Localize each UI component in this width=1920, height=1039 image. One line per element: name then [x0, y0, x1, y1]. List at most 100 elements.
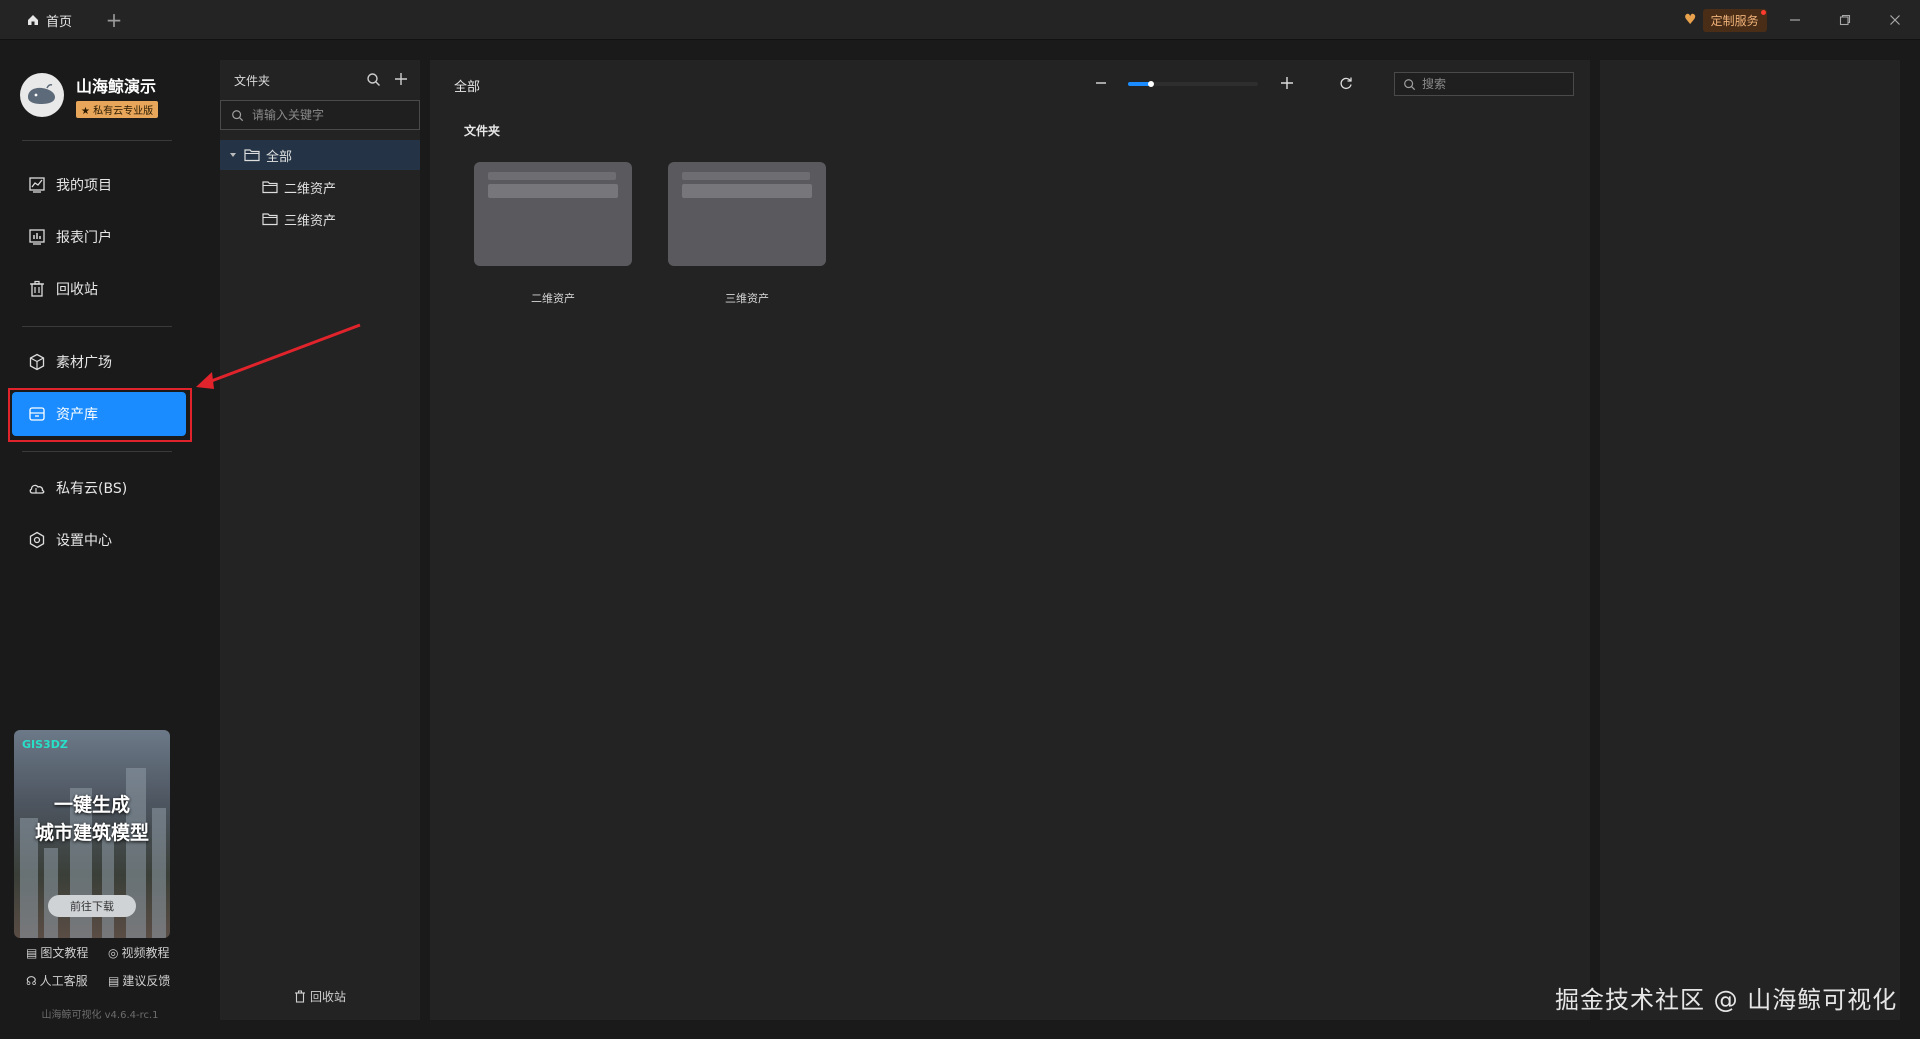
folder-card-3d-assets[interactable]: 三维资产 [668, 162, 826, 306]
nav-item-recycle-bin[interactable]: 回收站 [12, 267, 186, 311]
breadcrumb: 全部 [454, 80, 481, 95]
version-label: 山海鲸可视化 v4.6.4-rc.1 [41, 1010, 159, 1021]
left-nav: 山海鲸演示 ★ 私有云专业版 我的项目 报表门户 回收站 素材广场 资产库 私有… [0, 40, 200, 1039]
right-detail-panel [1600, 60, 1900, 1020]
restore-icon [1839, 14, 1851, 26]
folder-recycle-label: 回收站 [309, 990, 346, 1004]
tree-node-all[interactable]: 全部 [220, 140, 420, 170]
document-icon: ▤ [26, 945, 38, 960]
custom-service-label: 定制服务 [1702, 8, 1767, 32]
search-icon [232, 109, 244, 121]
nav-item-private-cloud[interactable]: 私有云(BS) [12, 466, 186, 510]
restore-button[interactable] [1822, 6, 1868, 34]
minimize-button[interactable] [1772, 6, 1818, 34]
close-button[interactable] [1872, 6, 1918, 34]
zoom-in-button[interactable] [1276, 72, 1298, 94]
folder-panel: 文件夹 全部 二维资产 三维资产 回收站 [220, 60, 420, 1020]
folder-tab-shape [488, 184, 618, 198]
zoom-out-button[interactable] [1090, 72, 1112, 94]
promo-banner[interactable]: GIS3DZ 一键生成 城市建筑模型 前往下载 [14, 730, 170, 938]
folder-icon [262, 213, 278, 226]
add-folder-button[interactable] [392, 70, 410, 88]
folder-card-2d-assets[interactable]: 二维资产 [474, 162, 632, 306]
add-tab-button[interactable]: + [100, 6, 128, 34]
cloud-icon [29, 484, 45, 494]
diamond-icon: ♥ [1684, 12, 1697, 28]
folder-search-input[interactable] [252, 108, 412, 122]
home-icon [28, 15, 38, 25]
nav-item-label: 报表门户 [56, 230, 112, 246]
folder-thumbnail [474, 162, 632, 266]
trash-icon [30, 280, 44, 297]
promo-headline-1: 一键生成 [53, 794, 130, 816]
nav-divider [22, 140, 172, 141]
nav-item-report-portal[interactable]: 报表门户 [12, 215, 186, 259]
folder-thumbnail [668, 162, 826, 266]
promo-download-button[interactable]: 前往下载 [48, 895, 136, 917]
folder-card-name: 三维资产 [725, 292, 769, 305]
gear-icon [29, 531, 45, 549]
folder-icon [244, 149, 260, 162]
promo-building [44, 848, 58, 938]
nav-item-my-projects[interactable]: 我的项目 [12, 163, 186, 207]
minimize-icon [1790, 19, 1800, 21]
section-label-folders: 文件夹 [464, 124, 501, 138]
nav-item-label: 设置中心 [56, 533, 112, 549]
trash-icon [294, 990, 305, 1003]
folder-icon [262, 181, 278, 194]
zoom-slider[interactable] [1128, 81, 1258, 87]
nav-item-material-square[interactable]: 素材广场 [12, 340, 186, 384]
headset-icon: ☊ [26, 973, 37, 988]
nav-item-label: 素材广场 [56, 355, 112, 371]
caret-down-icon [230, 153, 236, 157]
tab-home[interactable]: 首页 [14, 6, 84, 34]
tab-home-label: 首页 [46, 14, 73, 30]
nav-divider [22, 326, 172, 327]
tree-node-label: 全部 [266, 149, 293, 165]
nav-item-label: 我的项目 [56, 178, 112, 194]
folder-card-name: 二维资产 [531, 292, 575, 305]
folder-search-button[interactable] [364, 70, 382, 88]
folder-tab-shape [682, 172, 810, 180]
folder-tab-shape [682, 184, 812, 198]
highlight-box [8, 388, 192, 442]
main-search-input[interactable] [1422, 77, 1562, 91]
app-window: 首页 + ♥ 定制服务 山海鲸演示 ★ 私有云专业版 我的项目 报表门户 回收站… [0, 0, 1920, 1039]
tree-node-label: 二维资产 [284, 181, 337, 197]
plus-icon [1281, 77, 1293, 89]
feedback-link[interactable]: ▤ 建议反馈 [108, 972, 170, 989]
nav-item-settings[interactable]: 设置中心 [12, 518, 186, 562]
text-tutorial-link[interactable]: ▤ 图文教程 [26, 944, 88, 961]
promo-headline-2: 城市建筑模型 [34, 822, 149, 844]
search-icon [1404, 78, 1416, 90]
folder-recycle-button[interactable]: 回收站 [220, 988, 420, 1005]
tree-node-3d-assets[interactable]: 三维资产 [220, 204, 420, 234]
refresh-button[interactable] [1335, 72, 1357, 94]
custom-service-button[interactable]: ♥ 定制服务 [1676, 8, 1775, 32]
tree-node-2d-assets[interactable]: 二维资产 [220, 172, 420, 202]
title-bar: 首页 + ♥ 定制服务 [0, 0, 1920, 40]
brand-name: 山海鲸演示 [76, 76, 157, 96]
folder-tab-shape [488, 172, 616, 180]
edition-badge: ★ 私有云专业版 [76, 100, 159, 118]
nav-divider [22, 451, 172, 452]
nav-item-label: 回收站 [56, 282, 98, 298]
brand-block: 山海鲸演示 ★ 私有云专业版 [20, 70, 180, 120]
whale-logo-icon [20, 73, 64, 117]
refresh-icon [1340, 77, 1352, 90]
promo-brand-tag: GIS3DZ [22, 738, 68, 751]
feedback-icon: ▤ [108, 973, 120, 988]
zoom-slider-handle[interactable] [1148, 81, 1154, 87]
human-support-link[interactable]: ☊ 人工客服 [26, 972, 88, 989]
nav-item-label: 私有云(BS) [56, 481, 128, 497]
video-tutorial-label: 视频教程 [121, 946, 170, 960]
feedback-label: 建议反馈 [122, 974, 171, 988]
main-search-field[interactable] [1394, 72, 1574, 96]
main-content: 全部 文件夹 二维资产 [430, 60, 1590, 1020]
folder-search-field[interactable] [220, 100, 420, 130]
video-tutorial-link[interactable]: ◎ 视频教程 [108, 944, 170, 961]
watermark: 掘金技术社区 @ 山海鲸可视化 [1555, 986, 1898, 1014]
close-icon [1890, 15, 1900, 25]
edition-label: 私有云专业版 [93, 105, 154, 117]
chart-line-icon [29, 177, 45, 193]
